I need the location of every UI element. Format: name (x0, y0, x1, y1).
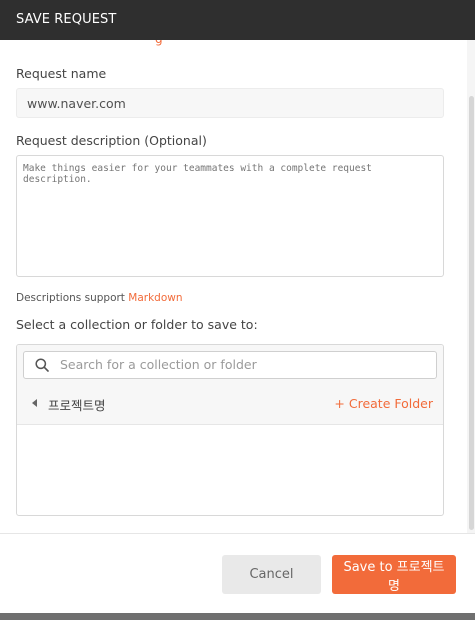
request-name-label: Request name (16, 66, 107, 81)
save-button[interactable]: Save to 프로젝트명 (332, 555, 456, 594)
markdown-link[interactable]: Markdown (128, 292, 182, 304)
collection-picker: Search for a collection or folder 프로젝트명 … (16, 344, 444, 516)
partially-hidden-text: g (155, 40, 163, 46)
dialog-footer: Cancel Save to 프로젝트명 (0, 533, 475, 613)
collection-search-input[interactable]: Search for a collection or folder (23, 351, 437, 379)
caret-left-icon[interactable] (32, 399, 37, 407)
collection-picker-header: Search for a collection or folder 프로젝트명 … (17, 345, 443, 425)
current-folder-name: 프로젝트명 (48, 398, 106, 413)
current-folder-row: 프로젝트명 + Create Folder (17, 391, 443, 417)
scrollbar-track[interactable] (467, 40, 475, 533)
descriptions-support-note: Descriptions support Markdown (16, 292, 183, 304)
collection-search-placeholder: Search for a collection or folder (60, 357, 257, 372)
request-description-input[interactable] (16, 155, 444, 277)
scrollbar-thumb[interactable] (469, 96, 474, 530)
request-name-input[interactable] (16, 88, 444, 118)
search-icon (35, 358, 49, 372)
dialog-body[interactable]: g Request name Request description (Opti… (0, 40, 475, 533)
dialog-title: SAVE REQUEST (0, 0, 475, 40)
request-description-label: Request description (Optional) (16, 133, 207, 148)
descriptions-support-text: Descriptions support (16, 292, 129, 304)
collection-label: Select a collection or folder to save to… (16, 317, 258, 332)
window-bottom-edge (0, 613, 475, 620)
create-folder-link[interactable]: + Create Folder (334, 396, 433, 411)
cancel-button[interactable]: Cancel (222, 555, 321, 594)
